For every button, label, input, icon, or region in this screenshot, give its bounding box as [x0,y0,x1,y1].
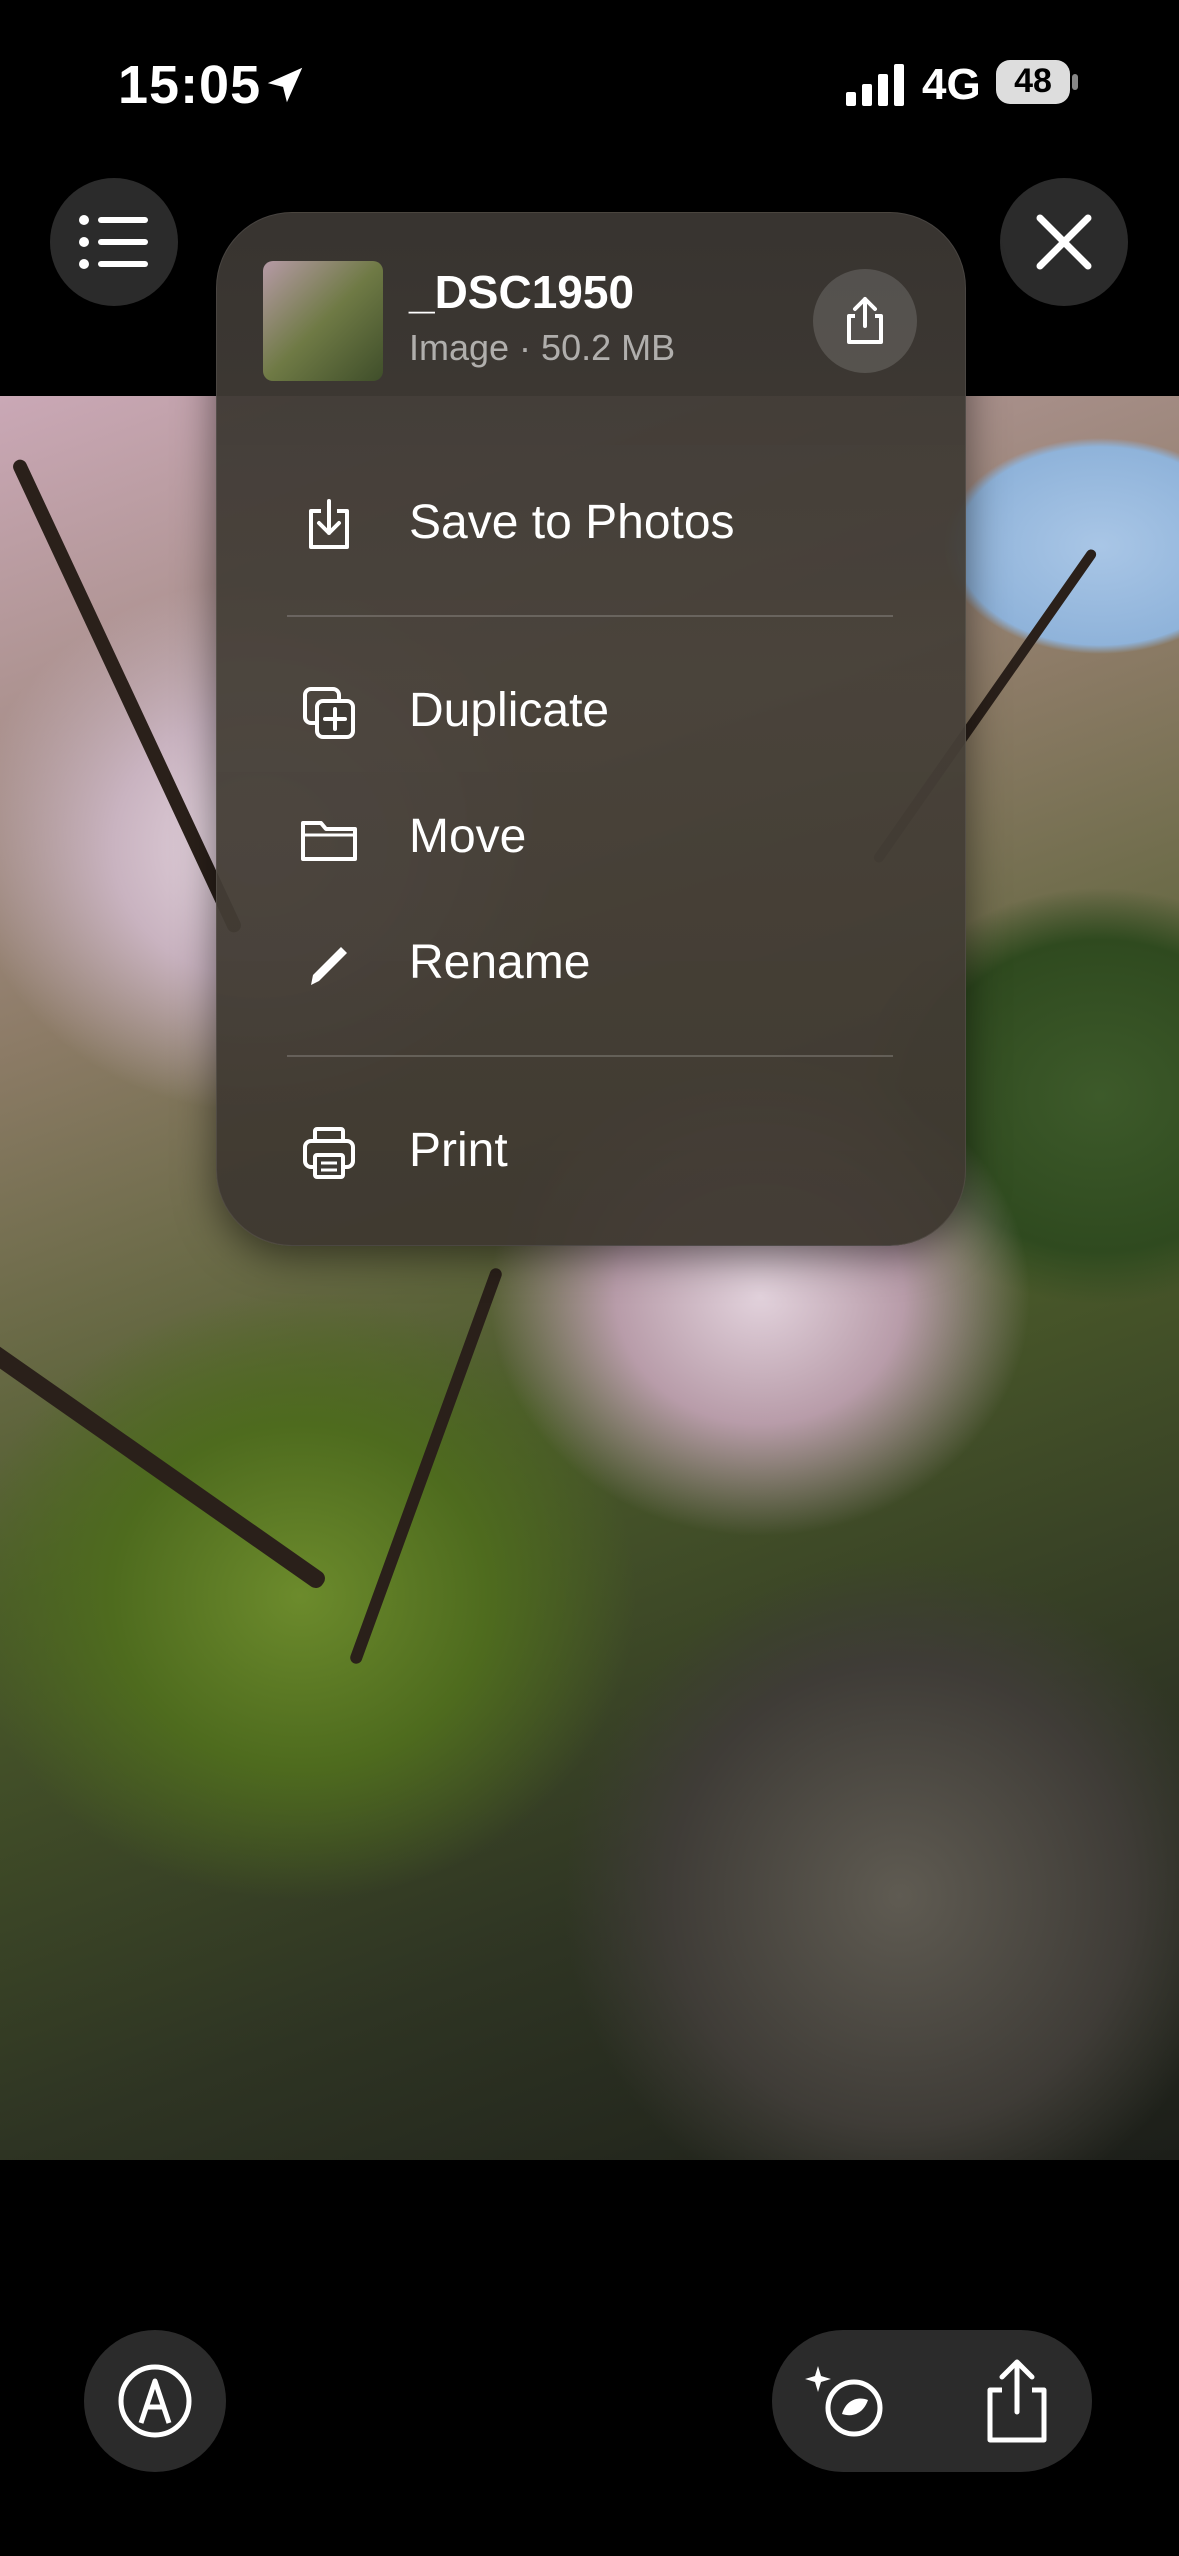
save-to-photos-icon [309,499,349,549]
pencil-icon [311,947,347,985]
menu-divider [287,1055,893,1057]
menu-divider [287,615,893,617]
share-icon[interactable] [972,2356,1062,2446]
visual-lookup-icon[interactable] [802,2356,892,2446]
network-type: 4G [922,60,981,109]
file-thumbnail [263,261,383,381]
status-bar: 15:05 4G 48 [0,0,1179,170]
markup-button[interactable] [84,2330,226,2472]
location-arrow-icon [267,67,303,103]
branch-shape [348,1266,504,1666]
menu-item-duplicate[interactable]: Duplicate [217,655,965,765]
duplicate-icon [303,687,355,739]
close-button[interactable] [1000,178,1128,306]
close-icon [1036,214,1092,270]
folder-icon [301,821,357,861]
menu-item-label: Save to Photos [409,496,735,549]
file-name: _DSC1950 [409,266,635,318]
file-meta: Image · 50.2 MB [409,327,676,368]
bottom-actions-pill [772,2330,1092,2472]
battery-cap [1072,74,1078,90]
cellular-signal-icon [846,64,904,106]
markup-pen-icon [118,2364,192,2438]
printer-icon [303,1127,355,1179]
list-button[interactable] [50,178,178,306]
menu-item-rename[interactable]: Rename [217,907,965,1017]
menu-item-label: Rename [409,936,591,989]
menu-item-label: Move [409,810,527,863]
menu-item-save-to-photos[interactable]: Save to Photos [217,467,965,577]
battery-level: 48 [1014,62,1052,100]
menu-item-label: Print [409,1124,508,1177]
menu-share-button[interactable] [813,269,917,373]
share-icon [847,297,883,344]
menu-item-move[interactable]: Move [217,781,965,891]
menu-item-label: Duplicate [409,684,610,737]
list-icon [79,215,148,269]
branch-shape [0,1220,329,1592]
menu-item-print[interactable]: Print [217,1095,965,1205]
battery-indicator: 48 [996,60,1080,104]
status-time: 15:05 [118,55,262,115]
branch-shape [10,457,244,935]
file-actions-menu: _DSC1950 Image · 50.2 MB Save to Photos … [216,212,966,1246]
